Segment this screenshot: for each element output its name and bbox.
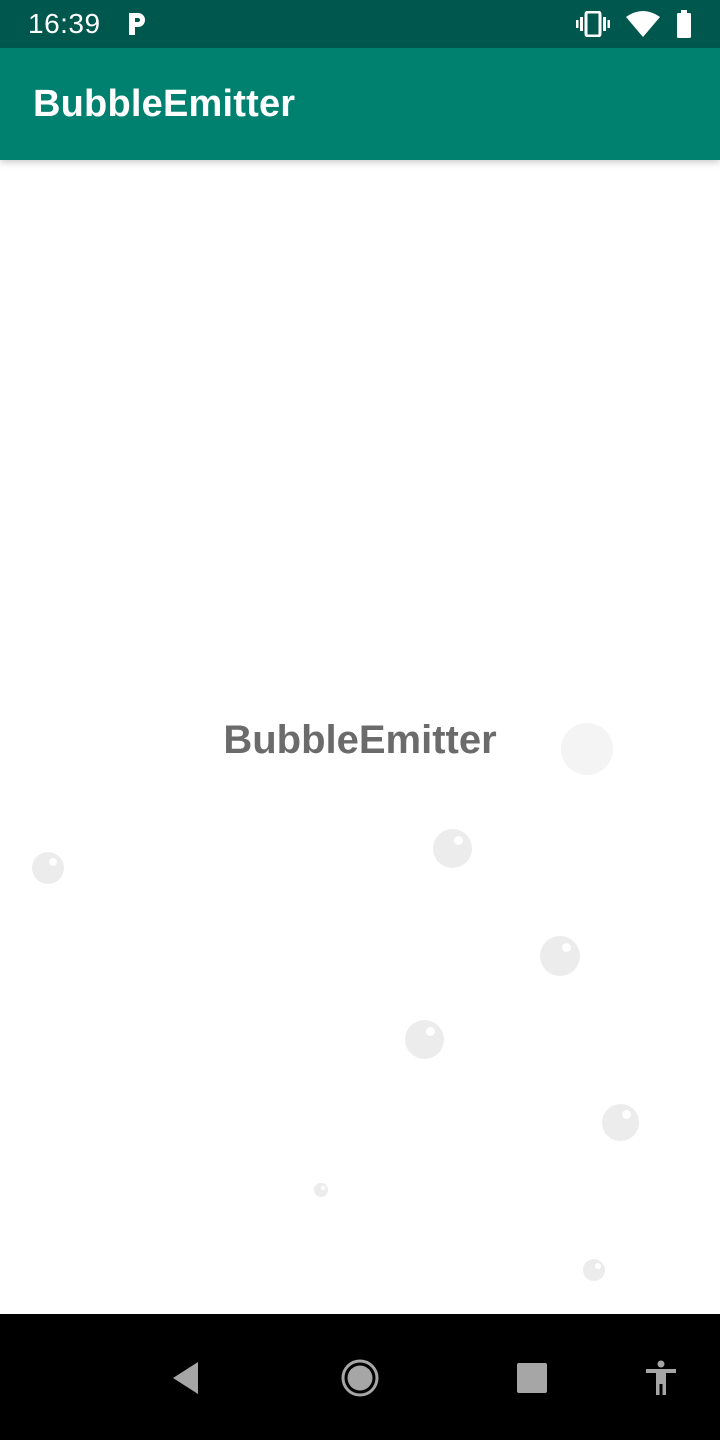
recents-icon: [517, 1363, 547, 1393]
status-icons: [576, 10, 692, 38]
bubble: [314, 1183, 328, 1197]
back-button[interactable]: [162, 1354, 210, 1402]
bubble: [602, 1104, 639, 1141]
accessibility-icon: [646, 1360, 676, 1395]
nav-bar: [0, 1314, 720, 1440]
app-bar-title: BubbleEmitter: [33, 83, 296, 125]
parking-app-icon: [129, 13, 145, 35]
home-button[interactable]: [336, 1354, 384, 1402]
bubble: [561, 723, 613, 775]
vibrate-icon: [576, 11, 610, 37]
bubble: [405, 1020, 444, 1059]
bubble: [540, 936, 580, 976]
back-icon: [173, 1362, 198, 1394]
bubble-canvas[interactable]: BubbleEmitter: [0, 160, 720, 1314]
bubble: [32, 852, 64, 884]
recents-button[interactable]: [508, 1354, 556, 1402]
status-time: 16:39: [28, 8, 101, 39]
wifi-icon: [626, 11, 660, 37]
bubble: [583, 1259, 605, 1281]
screen: 16:39 BubbleEmitter BubbleEmitter: [0, 0, 720, 1440]
accessibility-button[interactable]: [637, 1354, 685, 1402]
home-icon: [341, 1359, 379, 1397]
status-bar: 16:39: [0, 0, 720, 48]
bubble: [433, 829, 472, 868]
app-bar: BubbleEmitter: [0, 48, 720, 160]
battery-icon: [677, 10, 691, 38]
